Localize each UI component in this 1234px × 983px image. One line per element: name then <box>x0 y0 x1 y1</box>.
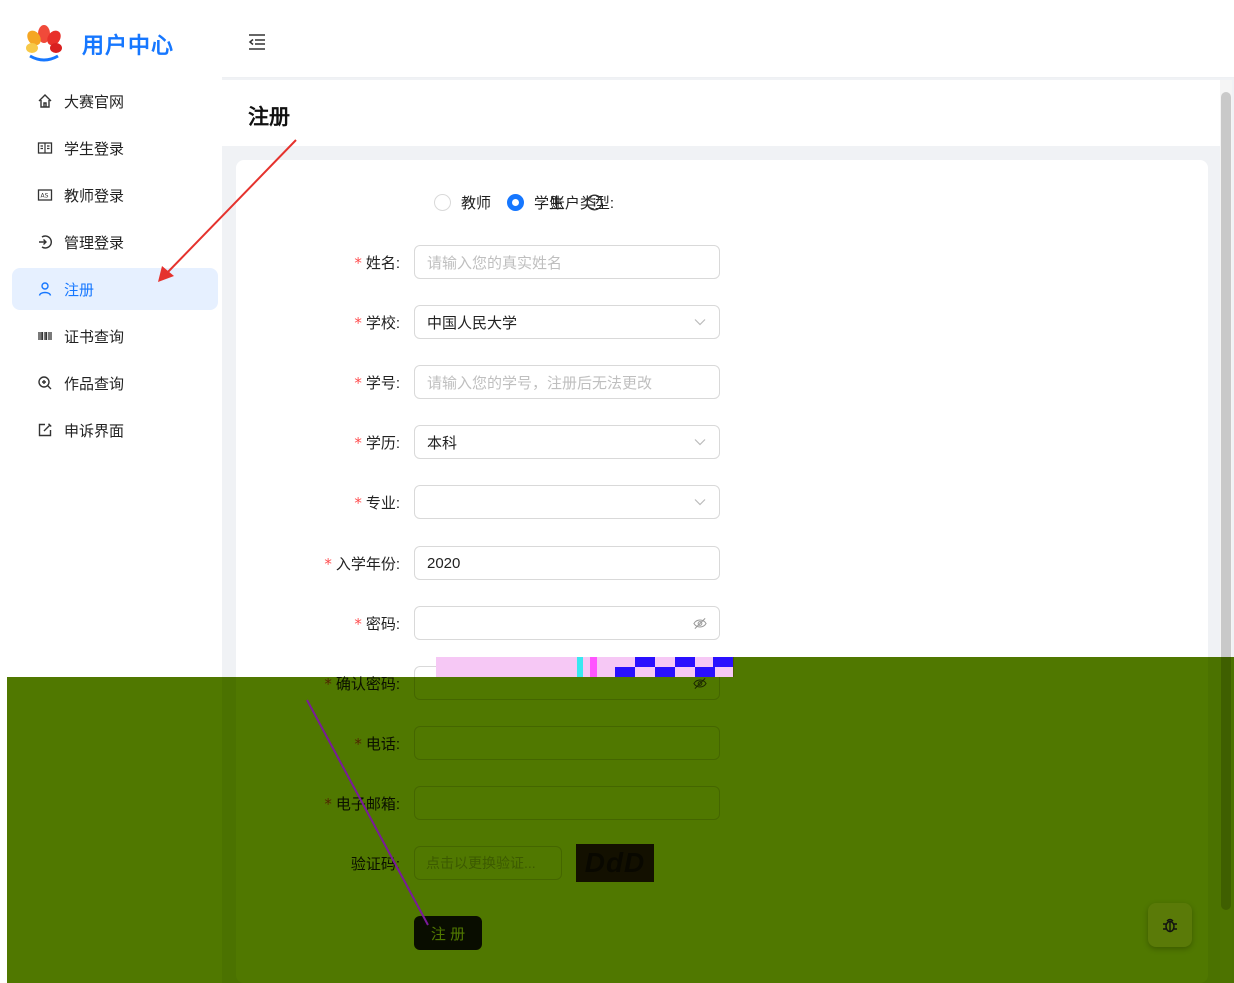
education-value: 本科 <box>427 434 458 452</box>
school-select[interactable]: 中国人民大学 <box>414 305 720 339</box>
sidebar-item-label: 大赛官网 <box>64 93 125 111</box>
phone-label: * 电话: <box>354 734 400 753</box>
form-row-captcha: 验证码: 点击以更换验证... DdD <box>236 844 956 882</box>
chevron-down-icon <box>693 494 707 510</box>
form-row-major: * 专业: <box>236 485 956 519</box>
school-value: 中国人民大学 <box>427 314 518 332</box>
page-title: 注册 <box>248 106 290 129</box>
page-header: 注册 <box>222 80 1220 146</box>
chevron-down-icon <box>693 434 707 450</box>
menu-fold-icon[interactable] <box>247 33 267 51</box>
phone-input[interactable] <box>414 726 720 760</box>
barcode-icon <box>36 327 54 345</box>
bug-icon <box>1161 916 1179 934</box>
overlay-artifact <box>695 667 715 677</box>
radio-teacher-label[interactable]: 教师 <box>461 192 491 213</box>
logo[interactable]: 用户中心 <box>24 24 174 64</box>
sidebar-item-certificate-query[interactable]: 证书查询 <box>12 315 218 357</box>
password-input[interactable] <box>414 606 720 640</box>
captcha-label: 验证码: <box>350 855 400 873</box>
education-select[interactable]: 本科 <box>414 425 720 459</box>
form-row-account-type: 账户类型: 教师 学生 <box>236 185 956 219</box>
school-label: * 学校: <box>354 313 400 332</box>
major-label: * 专业: <box>354 493 400 512</box>
student-id-input[interactable]: 请输入您的学号，注册后无法更改 <box>414 365 720 399</box>
info-icon[interactable] <box>586 194 603 211</box>
overlay-artifact <box>615 667 635 677</box>
sidebar-item-contest-site[interactable]: 大赛官网 <box>12 80 218 122</box>
radio-student-label[interactable]: 学生 <box>534 192 564 213</box>
sidebar-item-student-login[interactable]: 学生登录 <box>12 127 218 169</box>
enroll-year-label: * 入学年份: <box>324 554 400 573</box>
confirm-password-label: * 确认密码: <box>324 674 400 693</box>
captcha-image[interactable]: DdD <box>576 844 654 882</box>
sidebar-item-teacher-login[interactable]: AS 教师登录 <box>12 174 218 216</box>
account-type-radio-group: 教师 学生 <box>434 192 603 213</box>
sidebar-item-label: 作品查询 <box>64 375 125 393</box>
form-row-education: * 学历: 本科 <box>236 425 956 459</box>
sidebar-item-label: 申诉界面 <box>64 422 125 440</box>
form-row-password: * 密码: <box>236 606 956 640</box>
sidebar-item-appeal[interactable]: 申诉界面 <box>12 409 218 451</box>
user-icon <box>36 280 54 298</box>
register-button[interactable]: 注 册 <box>414 916 482 950</box>
sidebar-item-register[interactable]: 注册 <box>12 268 218 310</box>
email-label: * 电子邮箱: <box>324 794 400 813</box>
enroll-year-input[interactable]: 2020 <box>414 546 720 580</box>
overlay-artifact <box>713 657 733 667</box>
name-label: * 姓名: <box>354 253 400 272</box>
sidebar-item-label: 证书查询 <box>64 328 125 346</box>
home-icon <box>36 92 54 110</box>
sidebar: 用户中心 大赛官网 学生登录 AS 教师登录 管理登录 注册 证书查询 作品查询… <box>0 0 222 983</box>
scrollbar-thumb[interactable] <box>1221 92 1231 910</box>
app-title: 用户中心 <box>82 33 175 58</box>
form-row-email: * 电子邮箱: <box>236 786 956 820</box>
sidebar-item-label: 管理登录 <box>64 234 125 252</box>
zoom-icon <box>36 374 54 392</box>
captcha-input[interactable]: 点击以更换验证... <box>414 846 562 880</box>
major-select[interactable] <box>414 485 720 519</box>
overlay-artifact <box>675 657 695 667</box>
top-bar <box>222 0 1234 78</box>
overlay-artifact <box>635 657 655 667</box>
sidebar-item-admin-login[interactable]: 管理登录 <box>12 221 218 263</box>
education-label: * 学历: <box>354 433 400 452</box>
login-icon <box>36 233 54 251</box>
form-row-enroll-year: * 入学年份: 2020 <box>236 546 956 580</box>
edit-icon <box>36 421 54 439</box>
sidebar-item-label: 教师登录 <box>64 187 125 205</box>
email-input[interactable] <box>414 786 720 820</box>
eye-invisible-icon[interactable] <box>693 615 707 631</box>
student-id-label: * 学号: <box>354 373 400 392</box>
debug-button[interactable] <box>1148 903 1192 947</box>
svg-text:AS: AS <box>41 193 49 200</box>
form-row-student-id: * 学号: 请输入您的学号，注册后无法更改 <box>236 365 956 399</box>
radio-student[interactable] <box>507 193 525 211</box>
overlay-artifact <box>577 657 583 677</box>
overlay-artifact <box>590 657 597 677</box>
sidebar-item-work-query[interactable]: 作品查询 <box>12 362 218 404</box>
sidebar-item-label: 学生登录 <box>64 140 125 158</box>
logo-icon <box>24 24 64 64</box>
book-icon <box>36 139 54 157</box>
password-label: * 密码: <box>354 614 400 633</box>
sidebar-item-label: 注册 <box>64 281 95 299</box>
form-row-school: * 学校: 中国人民大学 <box>236 305 956 339</box>
name-input[interactable]: 请输入您的真实姓名 <box>414 245 720 279</box>
sidebar-menu: 大赛官网 学生登录 AS 教师登录 管理登录 注册 证书查询 作品查询 申诉界面 <box>12 80 218 456</box>
overlay-artifact <box>655 667 675 677</box>
eye-invisible-icon[interactable] <box>693 675 707 691</box>
register-form-card: 账户类型: 教师 学生 * 姓名: 请输入您的真实姓名 * 学校: 中国人民大学 *… <box>236 160 1208 983</box>
chevron-down-icon <box>693 314 707 330</box>
radio-teacher[interactable] <box>434 193 451 211</box>
form-row-phone: * 电话: <box>236 726 956 760</box>
form-row-name: * 姓名: 请输入您的真实姓名 <box>236 245 956 279</box>
id-card-icon: AS <box>36 186 54 204</box>
